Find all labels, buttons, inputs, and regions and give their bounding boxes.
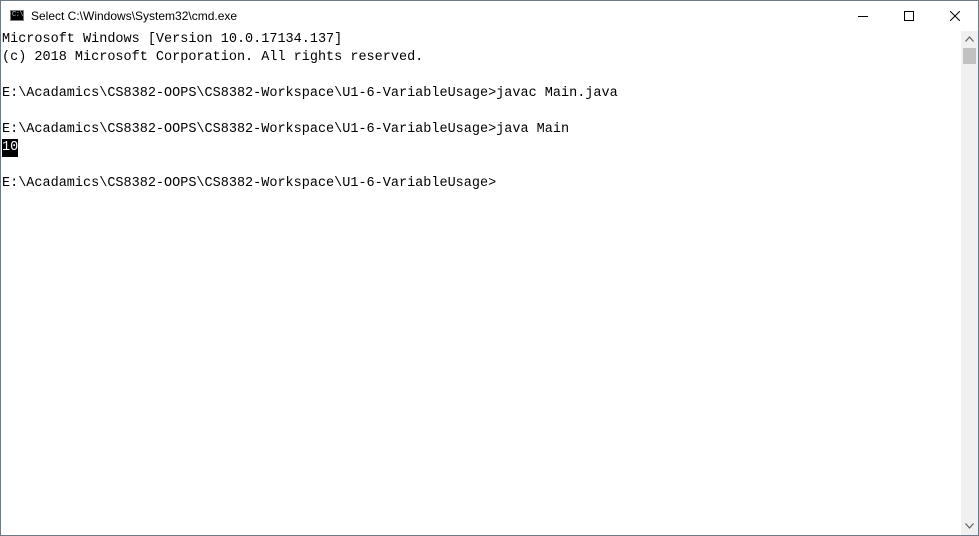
chevron-up-icon	[965, 36, 974, 42]
console-line[interactable]: E:\Acadamics\CS8382-OOPS\CS8382-Workspac…	[2, 175, 496, 193]
vertical-scrollbar[interactable]	[961, 31, 978, 535]
scroll-down-button[interactable]	[961, 518, 978, 535]
maximize-icon	[904, 11, 914, 21]
title-bar[interactable]: C:\ Select C:\Windows\System32\cmd.exe	[1, 1, 978, 31]
selected-console-line[interactable]: 10	[2, 139, 19, 157]
maximize-button[interactable]	[886, 1, 932, 31]
cmd-icon[interactable]: C:\	[10, 10, 24, 21]
console-line[interactable]: Microsoft Windows [Version 10.0.17134.13…	[2, 31, 342, 49]
scroll-up-button[interactable]	[961, 31, 978, 48]
window-title: Select C:\Windows\System32\cmd.exe	[31, 9, 238, 23]
cmd-icon-glyph: C:\	[12, 11, 24, 19]
console-output[interactable]: Microsoft Windows [Version 10.0.17134.13…	[2, 31, 960, 535]
scrollbar-thumb[interactable]	[963, 48, 976, 64]
console-line[interactable]: (c) 2018 Microsoft Corporation. All righ…	[2, 49, 423, 67]
minimize-icon	[858, 16, 868, 17]
close-button[interactable]	[932, 1, 978, 31]
minimize-button[interactable]	[840, 1, 886, 31]
console-line[interactable]: E:\Acadamics\CS8382-OOPS\CS8382-Workspac…	[2, 85, 618, 103]
cmd-window: C:\ Select C:\Windows\System32\cmd.exe M…	[0, 0, 979, 536]
close-icon	[950, 11, 960, 21]
chevron-down-icon	[965, 523, 974, 529]
console-line[interactable]: E:\Acadamics\CS8382-OOPS\CS8382-Workspac…	[2, 121, 569, 139]
